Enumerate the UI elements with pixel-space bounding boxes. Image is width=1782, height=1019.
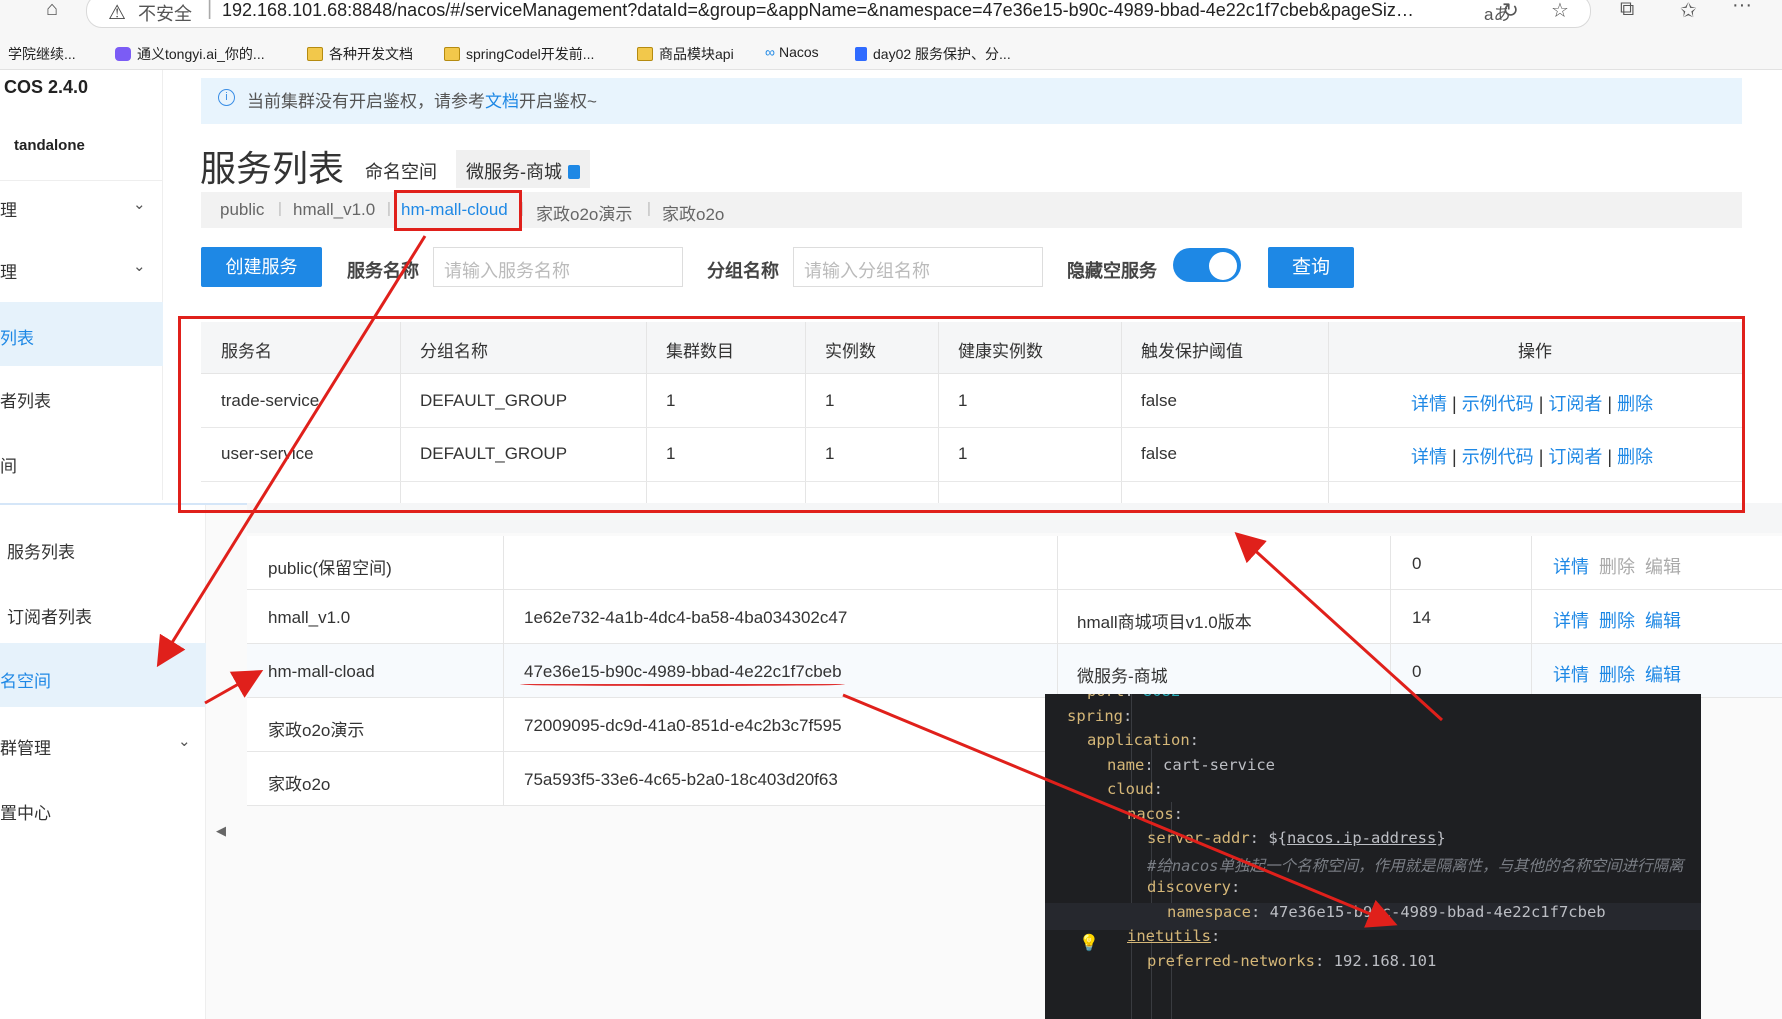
arrow-uuid-to-code (842, 693, 1398, 928)
annotation-arrows (156, 235, 1444, 928)
arrow-to-namespace-row (204, 670, 264, 705)
arrow-code-to-table (1234, 531, 1444, 722)
arrow-tab-to-namespace (156, 235, 427, 668)
